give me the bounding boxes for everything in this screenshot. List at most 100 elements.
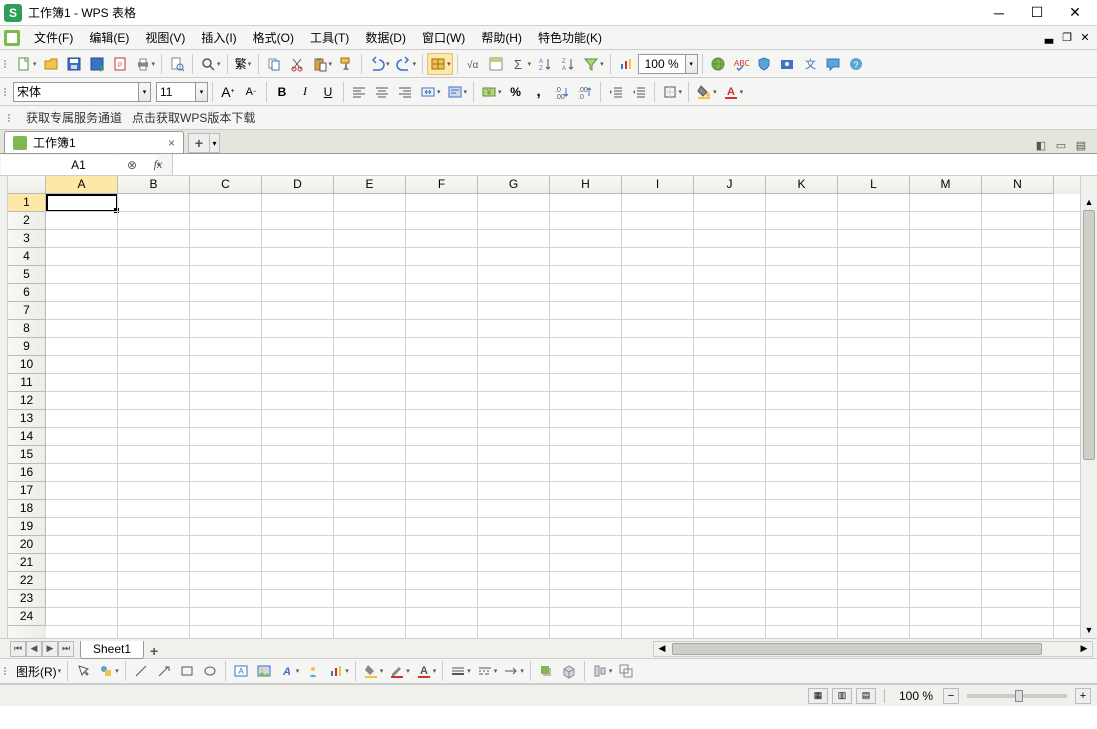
column-header[interactable]: H <box>550 176 622 194</box>
prev-sheet-button[interactable]: ◀ <box>26 641 42 657</box>
decrease-decimal-button[interactable]: .00.0 <box>574 81 596 103</box>
row-header[interactable]: 8 <box>8 320 46 338</box>
font-color-button-2[interactable]: A <box>413 660 439 682</box>
percent-button[interactable]: % <box>505 81 527 103</box>
column-header[interactable]: L <box>838 176 910 194</box>
fill-color-button-2[interactable] <box>360 660 386 682</box>
scroll-left-button[interactable]: ◀ <box>654 642 670 656</box>
font-size-dropdown[interactable]: ▾ <box>196 82 208 102</box>
scroll-down-button[interactable]: ▼ <box>1081 622 1097 638</box>
format-painter-button[interactable] <box>335 53 357 75</box>
draw-menu-button[interactable]: 图形(R) <box>13 660 63 682</box>
tab-option-icon-3[interactable]: ▤ <box>1073 137 1089 153</box>
redo-button[interactable] <box>393 53 419 75</box>
decrease-indent-button[interactable] <box>605 81 627 103</box>
name-box[interactable]: ▾ <box>0 154 118 175</box>
menu-format[interactable]: 格式(O) <box>245 26 302 49</box>
row-header[interactable]: 23 <box>8 590 46 608</box>
column-header[interactable]: N <box>982 176 1054 194</box>
zoom-combo[interactable]: ▾ <box>638 54 698 74</box>
oval-button[interactable] <box>199 660 221 682</box>
hyperlink-button[interactable] <box>707 53 729 75</box>
select-all-corner[interactable] <box>8 176 46 194</box>
vertical-scrollbar[interactable]: ▲ ▼ <box>1080 194 1097 638</box>
tab-option-icon-1[interactable]: ◧ <box>1033 137 1049 153</box>
menu-special[interactable]: 特色功能(K) <box>530 26 610 49</box>
zoom-dropdown[interactable]: ▾ <box>686 54 698 74</box>
vertical-scroll-thumb[interactable] <box>1083 210 1095 460</box>
wrap-text-button[interactable] <box>444 81 470 103</box>
italic-button[interactable]: I <box>294 81 316 103</box>
translate-button[interactable]: 文 <box>799 53 821 75</box>
zoom-in-button[interactable]: + <box>1075 688 1091 704</box>
group-button[interactable] <box>615 660 637 682</box>
merge-cells-button[interactable] <box>417 81 443 103</box>
increase-indent-button[interactable] <box>628 81 650 103</box>
row-header[interactable]: 14 <box>8 428 46 446</box>
align-center-button[interactable] <box>371 81 393 103</box>
clipart-button[interactable] <box>302 660 324 682</box>
tab-option-icon-2[interactable]: ▭ <box>1053 137 1069 153</box>
formula-input[interactable] <box>172 154 1097 175</box>
row-header[interactable]: 17 <box>8 482 46 500</box>
row-header[interactable]: 7 <box>8 302 46 320</box>
app-menu-icon[interactable] <box>4 30 20 46</box>
column-header[interactable]: C <box>190 176 262 194</box>
menu-help[interactable]: 帮助(H) <box>473 26 530 49</box>
currency-button[interactable]: ¥ <box>478 81 504 103</box>
rectangle-button[interactable] <box>176 660 198 682</box>
menu-file[interactable]: 文件(F) <box>26 26 81 49</box>
function-button[interactable] <box>485 53 507 75</box>
menu-window[interactable]: 窗口(W) <box>414 26 473 49</box>
new-button[interactable] <box>13 53 39 75</box>
dash-style-button[interactable] <box>474 660 500 682</box>
close-tab-button[interactable]: × <box>168 136 175 150</box>
row-header[interactable]: 21 <box>8 554 46 572</box>
row-header[interactable]: 2 <box>8 212 46 230</box>
row-header[interactable]: 16 <box>8 464 46 482</box>
toolbar-handle[interactable] <box>4 54 10 74</box>
row-header[interactable]: 22 <box>8 572 46 590</box>
normal-view-button[interactable]: ▦ <box>808 688 828 704</box>
print-button[interactable] <box>132 53 158 75</box>
align-right-button[interactable] <box>394 81 416 103</box>
chart-button-2[interactable] <box>325 660 351 682</box>
increase-decimal-button[interactable]: .0.00 <box>551 81 573 103</box>
row-header[interactable]: 19 <box>8 518 46 536</box>
save-button[interactable] <box>63 53 85 75</box>
promo-download-link[interactable]: 点击获取WPS版本下载 <box>132 109 255 126</box>
shadow-button[interactable] <box>535 660 557 682</box>
promo-service-link[interactable]: 获取专属服务通道 <box>26 109 122 126</box>
new-tab-dropdown[interactable]: ▾ <box>210 133 220 153</box>
bold-button[interactable]: B <box>271 81 293 103</box>
reading-layout-button[interactable] <box>427 53 453 75</box>
decrease-font-button[interactable]: A− <box>240 81 262 103</box>
3d-button[interactable] <box>558 660 580 682</box>
row-header[interactable]: 5 <box>8 266 46 284</box>
sort-desc-button[interactable]: ZA <box>557 53 579 75</box>
inner-minimize-button[interactable]: ▃ <box>1041 31 1057 45</box>
column-header[interactable]: D <box>262 176 334 194</box>
toolbar-handle[interactable] <box>4 661 10 681</box>
export-pdf-button[interactable]: P <box>109 53 131 75</box>
screenshot-button[interactable] <box>776 53 798 75</box>
cancel-formula-icon[interactable]: ⊗ <box>122 158 142 172</box>
select-objects-button[interactable] <box>72 660 94 682</box>
arrow-button[interactable] <box>153 660 175 682</box>
inner-close-button[interactable]: ✕ <box>1077 31 1093 45</box>
column-header[interactable]: F <box>406 176 478 194</box>
increase-font-button[interactable]: A+ <box>217 81 239 103</box>
page-layout-view-button[interactable]: ▥ <box>832 688 852 704</box>
insert-picture-button[interactable] <box>253 660 275 682</box>
protect-button[interactable] <box>753 53 775 75</box>
column-header[interactable]: I <box>622 176 694 194</box>
autosum-button[interactable]: Σ <box>508 53 534 75</box>
new-tab-button[interactable]: + <box>188 133 210 153</box>
spellcheck-button[interactable]: ABC <box>730 53 752 75</box>
minimize-button[interactable]: ─ <box>981 2 1017 24</box>
menu-tools[interactable]: 工具(T) <box>302 26 357 49</box>
toolbar-handle[interactable] <box>8 108 14 128</box>
maximize-button[interactable]: ☐ <box>1019 2 1055 24</box>
row-header[interactable]: 20 <box>8 536 46 554</box>
font-size-combo[interactable]: ▾ <box>156 82 208 102</box>
